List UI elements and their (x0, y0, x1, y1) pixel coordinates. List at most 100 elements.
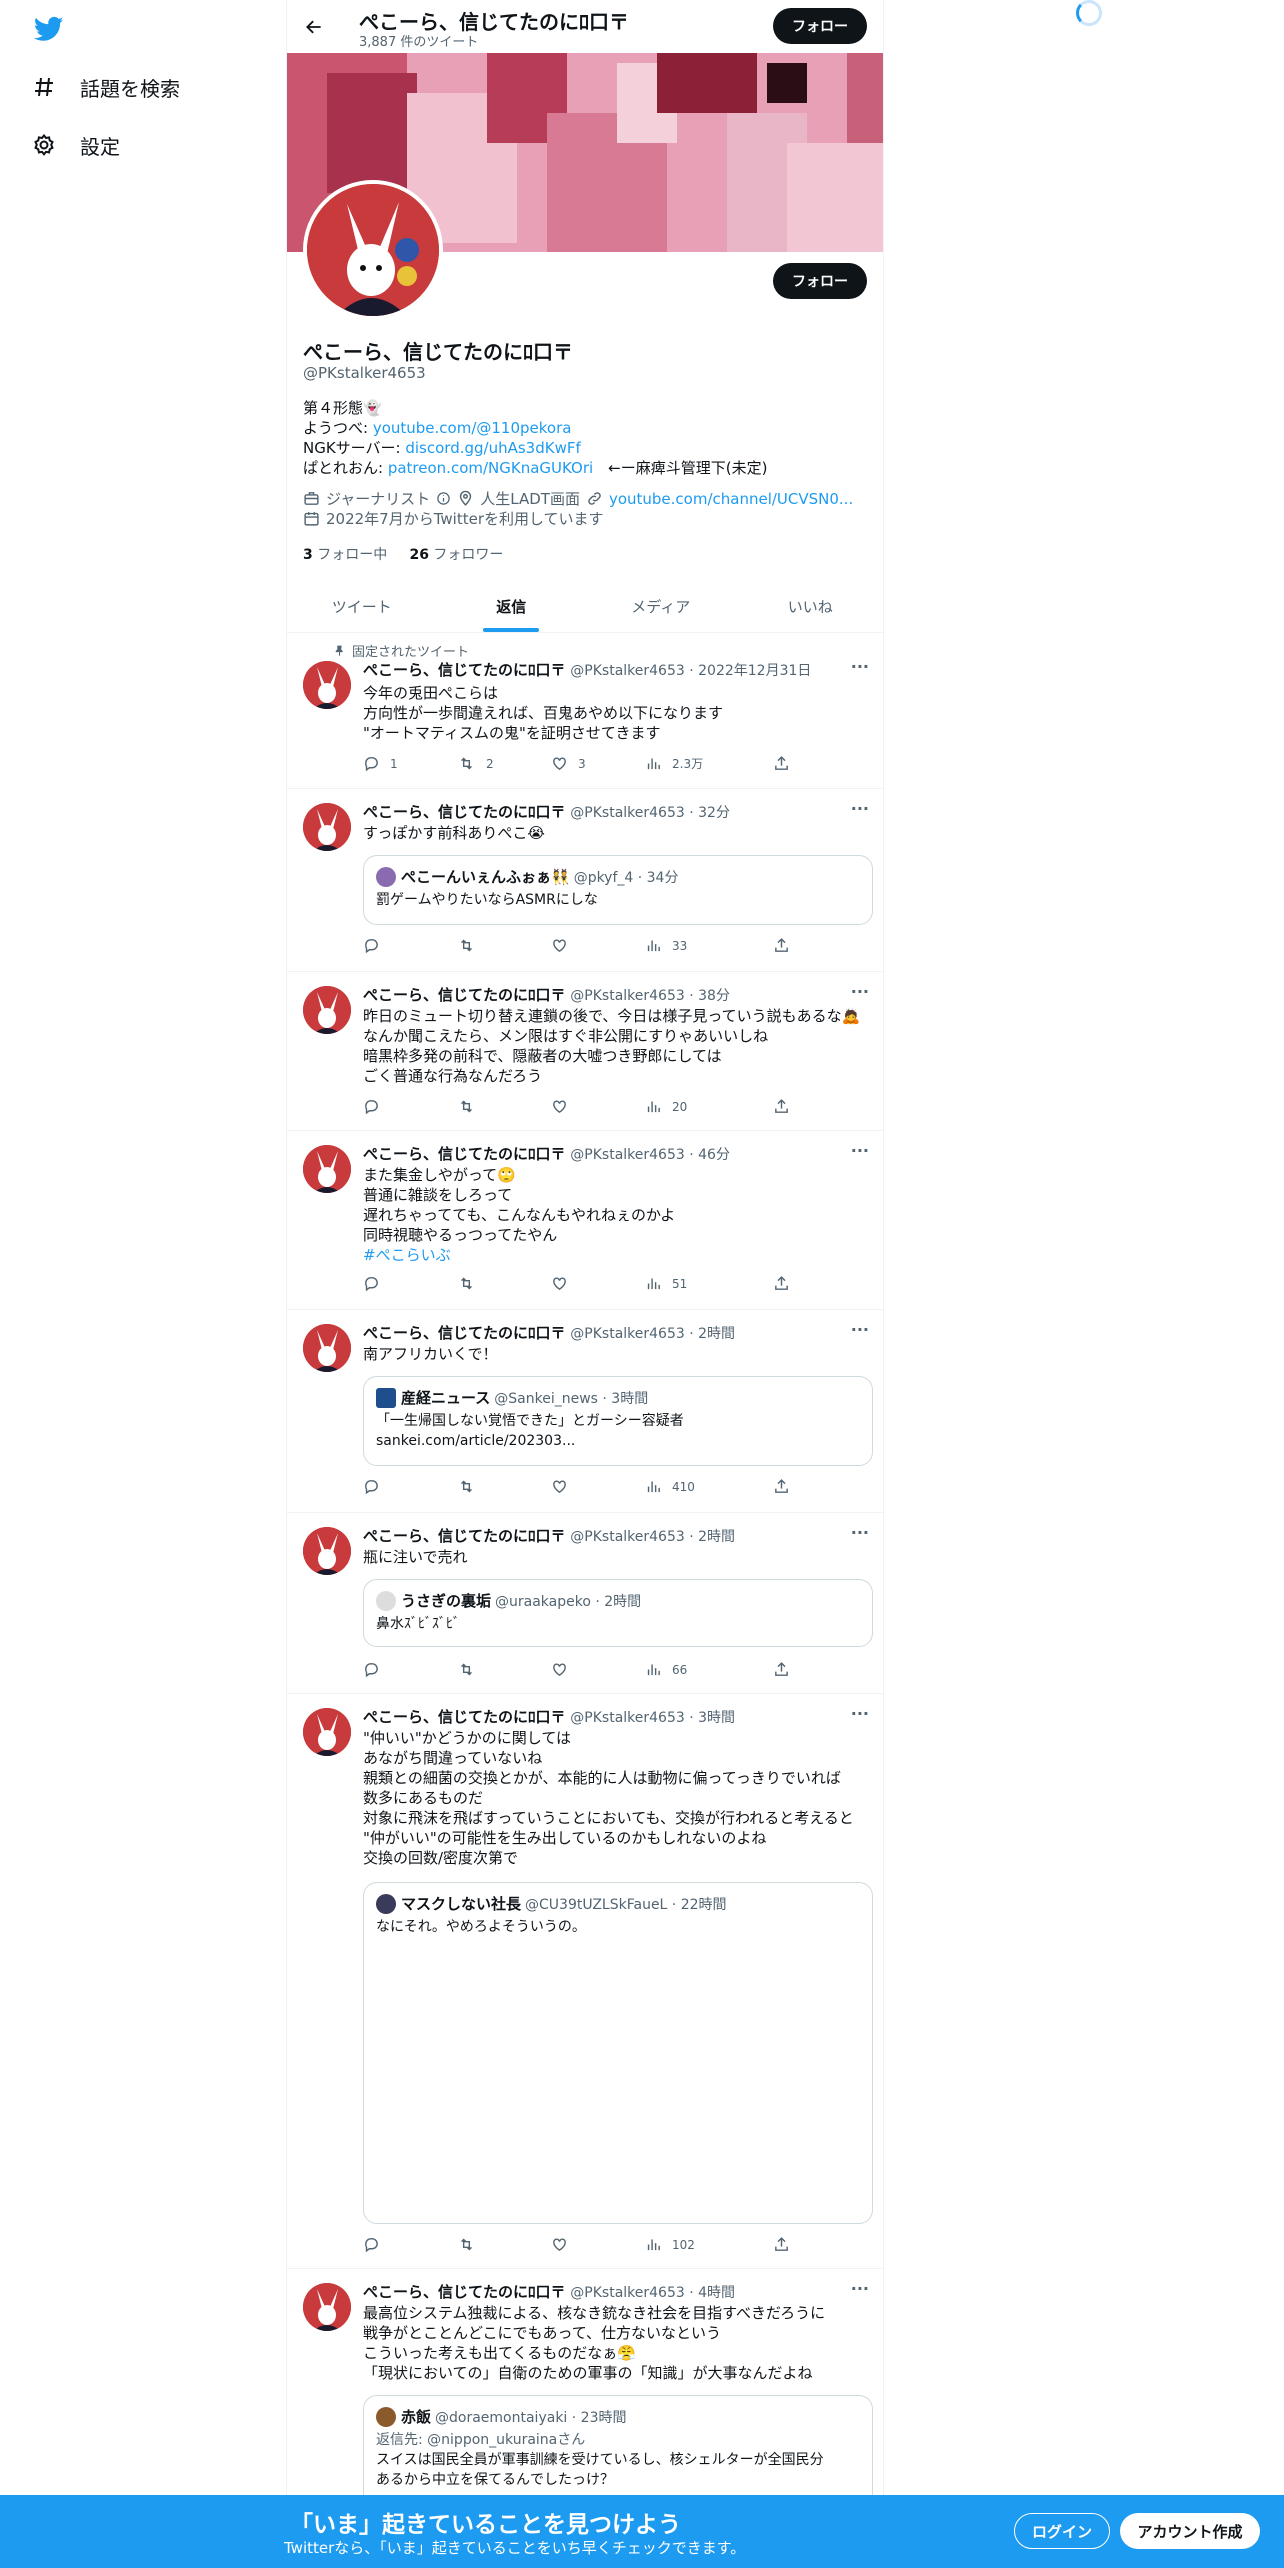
retweet-icon (461, 1100, 472, 1113)
share-button[interactable] (773, 2236, 790, 2253)
views-button[interactable]: 102 (645, 2236, 695, 2253)
tweet[interactable]: ぺこーら、信じてたのにﾛ口〒 @PKstalker4653 · 38分 ··· … (287, 972, 883, 1131)
avatar[interactable] (303, 1145, 351, 1193)
tweet-author[interactable]: ぺこーら、信じてたのにﾛ口〒 (363, 1324, 566, 1342)
tab-tweets[interactable]: ツイート (287, 580, 437, 632)
like-button[interactable] (551, 1098, 568, 1115)
quoted-tweet[interactable]: マスクしない社長 @CU39tUZLSkFaueL · 22時間 なにそれ。やめろ… (363, 1882, 873, 2224)
tweet-actions: 410 (363, 1478, 803, 1498)
like-button[interactable] (551, 1275, 568, 1292)
views-button[interactable]: 33 (645, 937, 687, 954)
more-options-icon[interactable]: ··· (851, 982, 869, 1001)
share-button[interactable] (773, 1661, 790, 1678)
info-icon[interactable] (436, 491, 451, 506)
reply-button[interactable] (363, 2236, 380, 2253)
share-button[interactable] (773, 1478, 790, 1495)
more-options-icon[interactable]: ··· (851, 799, 869, 818)
profile-tabs: ツイート 返信 メディア いいね (287, 580, 884, 633)
reply-button[interactable] (363, 1661, 380, 1678)
tweet[interactable]: ぺこーら、信じてたのにﾛ口〒 @PKstalker4653 · 32分 ··· … (287, 789, 883, 972)
tweet-author[interactable]: ぺこーら、信じてたのにﾛ口〒 (363, 1708, 566, 1726)
more-options-icon[interactable]: ··· (851, 1320, 869, 1339)
reply-button[interactable] (363, 1275, 380, 1292)
calendar-icon (304, 512, 319, 526)
views-button[interactable]: 66 (645, 1661, 687, 1678)
tweet[interactable]: ぺこーら、信じてたのにﾛ口〒 @PKstalker4653 · 3時間 ··· … (287, 1694, 883, 2269)
more-options-icon[interactable]: ··· (851, 2279, 869, 2298)
reply-button[interactable] (363, 937, 380, 954)
tab-media[interactable]: メディア (586, 580, 736, 632)
quoted-tweet[interactable]: うさぎの裏垢 @uraakapeko · 2時間 鼻水ｽﾞﾋﾞｽﾞﾋﾞ (363, 1579, 873, 1647)
reply-button[interactable] (363, 1098, 380, 1115)
like-button[interactable]: 3 (551, 755, 586, 772)
tweet-header: ぺこーら、信じてたのにﾛ口〒 @PKstalker4653 · 46分 (363, 1143, 730, 1164)
sidebar-item-settings[interactable]: 設定 (30, 125, 120, 165)
tweet-author[interactable]: ぺこーら、信じてたのにﾛ口〒 (363, 803, 566, 821)
avatar[interactable] (303, 986, 351, 1034)
share-button[interactable] (773, 937, 790, 954)
share-button[interactable] (773, 755, 790, 772)
like-button[interactable] (551, 1661, 568, 1678)
profile-follow-button[interactable]: フォロー (773, 263, 867, 299)
tweet-author[interactable]: ぺこーら、信じてたのにﾛ口〒 (363, 2283, 566, 2301)
avatar[interactable] (303, 2283, 351, 2331)
reply-button[interactable]: 1 (363, 755, 398, 772)
avatar[interactable] (303, 1527, 351, 1575)
tweet-author[interactable]: ぺこーら、信じてたのにﾛ口〒 (363, 986, 566, 1004)
tweet-author[interactable]: ぺこーら、信じてたのにﾛ口〒 (363, 661, 566, 679)
share-button[interactable] (773, 1275, 790, 1292)
retweet-button[interactable] (457, 2236, 476, 2253)
tab-likes[interactable]: いいね (736, 580, 884, 632)
hashtag-link[interactable]: #ぺこらいぶ (363, 1246, 451, 1264)
profile-location: 人生LADT画面 (480, 490, 580, 508)
retweet-button[interactable] (457, 937, 476, 954)
avatar[interactable] (303, 803, 351, 851)
reply-button[interactable] (363, 1478, 380, 1495)
retweet-button[interactable] (457, 1661, 476, 1678)
back-arrow-icon[interactable] (301, 14, 327, 40)
tweet-author[interactable]: ぺこーら、信じてたのにﾛ口〒 (363, 1527, 566, 1545)
reply-icon (365, 1277, 378, 1292)
profile-avatar[interactable] (303, 180, 443, 320)
tweet[interactable]: ぺこーら、信じてたのにﾛ口〒 @PKstalker4653 · 2時間 ··· … (287, 1513, 883, 1694)
views-button[interactable]: 51 (645, 1275, 687, 1292)
views-button[interactable]: 20 (645, 1098, 687, 1115)
like-button[interactable] (551, 2236, 568, 2253)
bio-link-patreon[interactable]: patreon.com/NGKnaGUKOri (388, 459, 593, 477)
login-button[interactable]: ログイン (1014, 2513, 1110, 2549)
share-button[interactable] (773, 1098, 790, 1115)
views-button[interactable]: 410 (645, 1478, 695, 1495)
twitter-logo-icon[interactable] (33, 14, 64, 44)
profile-url[interactable]: youtube.com/channel/UCVSN0... (609, 490, 853, 508)
bio-link-discord[interactable]: discord.gg/uhAs3dKwFf (405, 439, 580, 457)
like-button[interactable] (551, 937, 568, 954)
retweet-button[interactable] (457, 1478, 476, 1495)
more-options-icon[interactable]: ··· (851, 1523, 869, 1542)
tab-replies[interactable]: 返信 (437, 580, 587, 632)
avatar[interactable] (303, 661, 351, 709)
signup-button[interactable]: アカウント作成 (1120, 2513, 1260, 2549)
tweet-author[interactable]: ぺこーら、信じてたのにﾛ口〒 (363, 1145, 566, 1163)
quoted-tweet[interactable]: 産経ニュース @Sankei_news · 3時間 「一生帰国しない覚悟できた」と… (363, 1376, 873, 1466)
views-button[interactable]: 2.3万 (645, 755, 703, 772)
like-button[interactable] (551, 1478, 568, 1495)
header-follow-button[interactable]: フォロー (773, 8, 867, 44)
more-options-icon[interactable]: ··· (851, 657, 869, 676)
more-options-icon[interactable]: ··· (851, 1141, 869, 1160)
followers-link[interactable]: 26 フォロワー (409, 547, 503, 563)
bio-link-youtube[interactable]: youtube.com/@110pekora (373, 419, 572, 437)
following-link[interactable]: 3 フォロー中 (303, 547, 387, 563)
tweet-header: ぺこーら、信じてたのにﾛ口〒 @PKstalker4653 · 2時間 (363, 1322, 735, 1343)
quoted-tweet[interactable]: ぺこーんいぇんふぉぁ👯 @pkyf_4 · 34分 罰ゲームやりたいならASMRに… (363, 855, 873, 925)
retweet-button[interactable] (457, 1275, 476, 1292)
retweet-button[interactable] (457, 1098, 476, 1115)
tweet[interactable]: 固定されたツイート ぺこーら、信じてたのにﾛ口〒 @PKstalker4653 … (287, 633, 883, 789)
avatar[interactable] (303, 1708, 351, 1756)
more-options-icon[interactable]: ··· (851, 1704, 869, 1723)
avatar[interactable] (303, 1324, 351, 1372)
sidebar-item-explore[interactable]: 話題を検索 (30, 67, 180, 107)
tweet-header: ぺこーら、信じてたのにﾛ口〒 @PKstalker4653 · 2時間 (363, 1525, 735, 1546)
retweet-button[interactable]: 2 (457, 755, 494, 772)
tweet[interactable]: ぺこーら、信じてたのにﾛ口〒 @PKstalker4653 · 46分 ··· … (287, 1131, 883, 1310)
tweet[interactable]: ぺこーら、信じてたのにﾛ口〒 @PKstalker4653 · 2時間 ··· … (287, 1310, 883, 1513)
